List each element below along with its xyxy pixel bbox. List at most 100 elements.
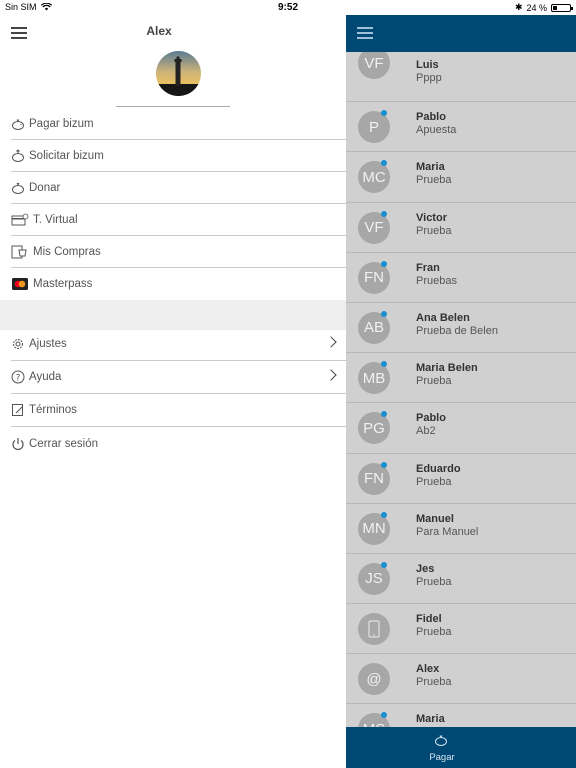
status-dot: [381, 110, 387, 117]
contact-row[interactable]: PG Pablo Ab2: [346, 403, 576, 454]
piggy-bank-icon: [435, 735, 447, 746]
contact-row[interactable]: Fidel Prueba: [346, 604, 576, 655]
contact-row[interactable]: JS Jes Prueba: [346, 554, 576, 605]
pay-button[interactable]: [434, 733, 448, 747]
contact-row[interactable]: FN Eduardo Prueba: [346, 454, 576, 504]
contact-subtitle: Para Manuel: [416, 525, 479, 538]
contact-avatar: [358, 613, 390, 646]
contact-name: Eduardo: [416, 462, 461, 475]
status-dot: [381, 511, 387, 518]
menu-list: Pagar bizum Solicitar bizum Donar T. Vir…: [11, 108, 346, 300]
status-dot: [381, 310, 387, 317]
contact-subtitle: Apuesta: [416, 124, 457, 137]
contact-avatar: MC: [358, 161, 390, 194]
menu-label: Cerrar sesión: [29, 437, 99, 450]
menu-item-masterpass[interactable]: Masterpass: [11, 268, 346, 300]
menu-item-donar[interactable]: Donar: [11, 172, 346, 204]
menu-item-mis-compras[interactable]: Mis Compras: [11, 236, 346, 268]
contact-name: Ana Belen: [416, 311, 470, 324]
gear-icon: [11, 337, 25, 351]
contact-subtitle: Prueba: [416, 626, 452, 639]
request-money-icon: [11, 148, 25, 163]
contact-name: Victor: [416, 211, 447, 224]
contact-name: Maria: [416, 161, 445, 174]
contact-row[interactable]: @ Alex Prueba: [346, 654, 576, 705]
status-dot: [381, 561, 387, 568]
contact-name: Maria Belen: [416, 362, 478, 375]
bottom-bar: Pagar: [346, 727, 576, 768]
piggy-bank-icon: [11, 117, 25, 131]
contact-row[interactable]: AB Ana Belen Prueba de Belen: [346, 303, 576, 354]
contact-row[interactable]: MB Maria Belen Prueba: [346, 353, 576, 404]
svg-text:?: ?: [16, 374, 21, 384]
contact-name: Pablo: [416, 111, 446, 124]
contacts-panel: VF Luis Pppp P Pablo Apuesta MC Maria Prueba VF Vi…: [346, 15, 576, 768]
phone-icon: [368, 620, 380, 638]
contact-row[interactable]: VF Luis Pppp: [346, 52, 576, 103]
menu-label: Donar: [29, 181, 61, 194]
contact-subtitle: Prueba: [416, 475, 452, 488]
menu-label: Pagar bizum: [29, 117, 94, 130]
menu-item-terminos[interactable]: Términos: [11, 394, 346, 427]
contact-row[interactable]: MC Maria Prueba: [346, 152, 576, 203]
contact-subtitle: Prueba: [416, 224, 452, 237]
contact-subtitle: Prueba: [416, 375, 452, 388]
menu-item-pagar-bizum[interactable]: Pagar bizum: [11, 108, 346, 140]
menu-label: T. Virtual: [33, 213, 78, 226]
contact-name: Luis: [416, 59, 439, 71]
battery-percent: 24 %: [526, 2, 547, 13]
chevron-right-icon: [325, 369, 337, 381]
menu-separator: [0, 300, 346, 330]
contact-name: Fran: [416, 261, 440, 274]
contact-name: Alex: [416, 663, 440, 676]
chevron-right-icon: [325, 336, 337, 348]
contact-name: Pablo: [416, 412, 446, 425]
contact-subtitle: Prueba: [416, 676, 452, 689]
virtual-card-icon: [11, 213, 29, 227]
contact-subtitle: Prueba de Belen: [416, 324, 498, 337]
pay-label[interactable]: Pagar: [346, 752, 538, 763]
contact-subtitle: Pruebas: [416, 274, 457, 287]
avatar-divider: [116, 106, 230, 107]
avatar[interactable]: [156, 51, 201, 96]
contact-name: Fidel: [416, 613, 442, 626]
menu-item-solicitar-bizum[interactable]: Solicitar bizum: [11, 140, 346, 172]
hamburger-icon[interactable]: [357, 27, 373, 39]
clock: 9:52: [277, 2, 298, 13]
contacts-header: [346, 15, 576, 52]
contact-subtitle: Prueba: [416, 575, 452, 588]
contact-avatar: MB: [358, 362, 390, 395]
menu-item-t-virtual[interactable]: T. Virtual: [11, 204, 346, 236]
status-dot: [381, 260, 387, 267]
help-icon: ?: [11, 370, 25, 384]
status-bar: Sin SIM 9:52 ✱ 24 %: [0, 0, 576, 15]
menu-label: Ajustes: [29, 338, 67, 350]
contact-row[interactable]: P Pablo Apuesta: [346, 102, 576, 153]
menu-item-cerrar-sesion[interactable]: Cerrar sesión: [11, 427, 346, 460]
menu-label: Mis Compras: [33, 245, 101, 258]
donate-icon: [11, 181, 25, 195]
contact-avatar: @: [358, 663, 390, 696]
contact-row[interactable]: VF Victor Prueba: [346, 203, 576, 253]
contact-row[interactable]: MN Manuel Para Manuel: [346, 504, 576, 554]
status-dot: [381, 160, 387, 167]
contact-row[interactable]: MSMaria: [346, 704, 576, 727]
side-menu: Alex Pagar bizum Solicitar bizum Donar T…: [0, 15, 346, 768]
purchases-icon: [11, 245, 29, 259]
menu-item-ajustes[interactable]: Ajustes: [11, 328, 346, 361]
contact-name: Jes: [416, 562, 435, 575]
contact-subtitle: Ab2: [416, 425, 436, 438]
contact-avatar: P: [358, 111, 390, 144]
contact-row[interactable]: FN Fran Pruebas: [346, 253, 576, 303]
contact-avatar: VF: [358, 52, 390, 79]
terms-icon: [11, 403, 25, 417]
contact-list[interactable]: VF Luis Pppp P Pablo Apuesta MC Maria Prueba VF Vi…: [346, 52, 576, 727]
contact-subtitle: Pppp: [416, 72, 442, 84]
menu-label: Términos: [29, 404, 77, 416]
status-dot: [381, 461, 387, 468]
status-dot: [381, 210, 387, 217]
power-icon: [11, 437, 25, 451]
menu-label: Solicitar bizum: [29, 149, 104, 162]
status-right: ✱ 24 %: [515, 2, 573, 13]
menu-item-ayuda[interactable]: ? Ayuda: [11, 361, 346, 394]
